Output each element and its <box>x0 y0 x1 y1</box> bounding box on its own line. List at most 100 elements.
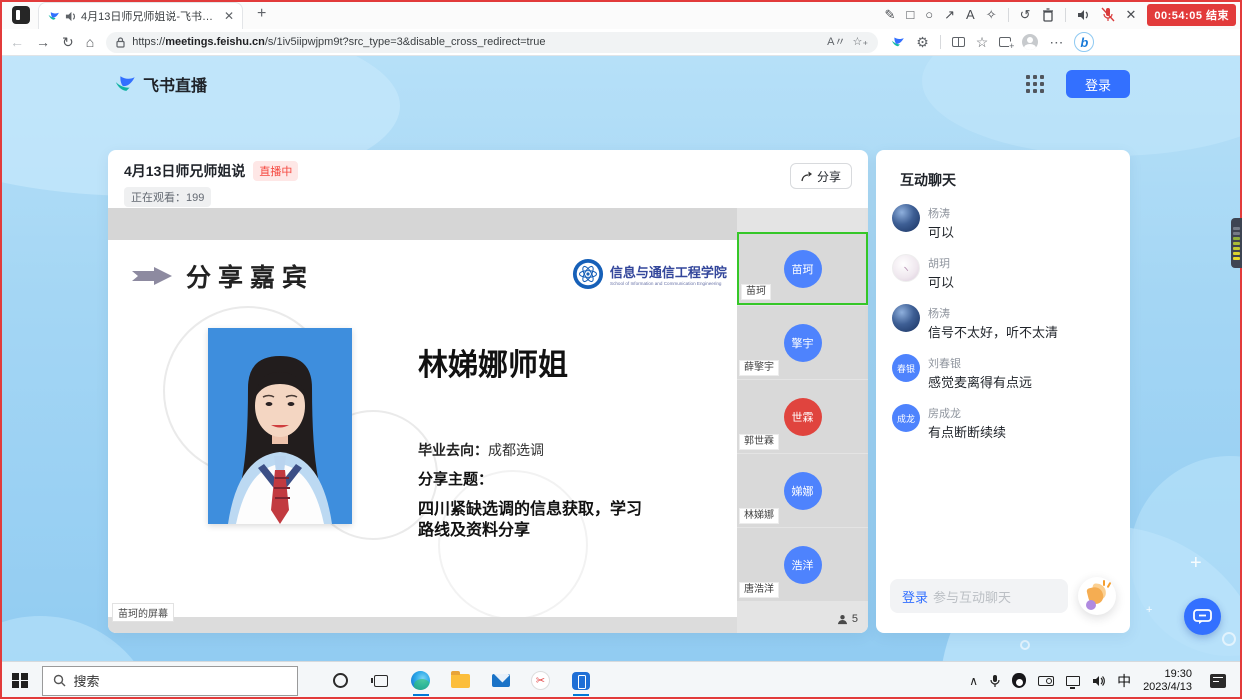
cortana-button[interactable] <box>330 668 352 694</box>
mic-muted-icon[interactable] <box>1101 7 1115 22</box>
browser-tab[interactable]: 4月13日师兄师姐说-飞书直播 ✕ <box>38 2 243 29</box>
participant-tile[interactable]: 娣娜 林娣娜 <box>737 454 868 527</box>
capture-app-icon[interactable]: ✂ <box>530 668 552 694</box>
college-emblem-icon <box>572 258 604 290</box>
chat-title: 互动聊天 <box>900 170 1106 190</box>
network-tray-icon[interactable] <box>1066 676 1080 686</box>
sharer-screen-label: 苗珂的屏幕 <box>112 603 174 622</box>
share-top-bar <box>108 208 737 240</box>
participant-tile[interactable]: 擎宇 薛擎宇 <box>737 306 868 379</box>
speaker-icon[interactable] <box>1077 9 1090 21</box>
refresh-icon[interactable]: ↻ <box>62 35 74 49</box>
chat-input[interactable]: 登录 参与互动聊天 <box>890 579 1068 613</box>
graduation-row: 毕业去向：成都选调 <box>418 440 544 460</box>
url-text: https://meetings.feishu.cn/s/1iv5iipwjpm… <box>132 36 545 48</box>
volume-tray-icon[interactable] <box>1092 675 1105 687</box>
extension-gear-icon[interactable]: ⚙ <box>916 35 929 49</box>
tray-expand-icon[interactable]: ∧ <box>969 674 978 688</box>
chat-message: 成龙 房成龙 有点断断续续 <box>892 404 1114 441</box>
slide-section-title: 分享嘉宾 <box>132 258 314 294</box>
user-avatar <box>892 204 920 232</box>
undo-icon[interactable]: ↺ <box>1020 8 1031 21</box>
start-button[interactable] <box>12 673 28 689</box>
share-button[interactable]: 分享 <box>790 163 852 189</box>
pen-icon[interactable]: ✎ <box>884 8 895 21</box>
clap-reaction-button[interactable] <box>1078 577 1116 615</box>
trash-icon[interactable] <box>1042 8 1054 22</box>
chat-login-link[interactable]: 登录 <box>902 587 928 606</box>
topic-line-2: 路线及资料分享 <box>418 516 530 540</box>
feishu-extension-icon[interactable] <box>890 35 905 50</box>
edge-app-icon[interactable] <box>410 668 432 694</box>
chat-message: ヽ 胡玥 可以 <box>892 254 1114 291</box>
screen-share-area[interactable]: 分享嘉宾 信息与通信 <box>108 208 737 633</box>
divider <box>940 35 941 49</box>
stop-capture-icon[interactable]: ✕ <box>1126 8 1137 21</box>
participant-count[interactable]: 5 <box>737 613 868 633</box>
recorder-tray-icon[interactable] <box>1038 676 1054 686</box>
tab-close-icon[interactable]: ✕ <box>224 10 234 22</box>
bing-chat-icon[interactable]: b <box>1074 32 1094 52</box>
taskbar-search[interactable]: 搜索 <box>42 666 298 696</box>
participant-tile[interactable]: 浩洋 唐浩洋 <box>737 528 868 601</box>
slide: 分享嘉宾 信息与通信 <box>108 240 737 617</box>
mail-app-icon[interactable] <box>490 668 512 694</box>
back-icon[interactable]: ← <box>10 35 24 49</box>
chat-input-placeholder: 参与互动聊天 <box>933 587 1011 606</box>
message-text: 感觉麦离得有点远 <box>928 374 1032 391</box>
favorites-icon[interactable]: ☆ <box>976 35 989 49</box>
new-tab-button[interactable]: + <box>257 5 266 23</box>
chat-message-list[interactable]: 杨涛 可以 ヽ 胡玥 可以 杨涛 信号不太好，听不太清 春银 刘春银 感觉麦离得… <box>876 204 1130 577</box>
read-aloud-icon[interactable]: A〃 <box>827 37 845 48</box>
ime-indicator[interactable]: 中 <box>1117 671 1131 691</box>
message-sender: 刘春银 <box>928 355 1032 371</box>
participant-tile[interactable]: 苗珂 苗珂 <box>737 232 868 305</box>
audio-level-bar <box>1233 252 1240 255</box>
apps-grid-icon[interactable] <box>1026 75 1044 93</box>
profile-avatar[interactable] <box>1022 34 1038 50</box>
recorder-handle[interactable] <box>1231 218 1242 268</box>
file-explorer-icon[interactable] <box>450 668 472 694</box>
collections-icon[interactable] <box>999 37 1011 47</box>
lock-icon[interactable] <box>116 37 125 48</box>
chat-panel: 互动聊天 杨涛 可以 ヽ 胡玥 可以 杨涛 信号不太好，听不太清 <box>876 150 1130 633</box>
feishu-live-page: + + + 飞书直播 登录 4月13日师兄师姐说 直播中 正在观看：199 <box>0 56 1242 661</box>
feedback-chat-button[interactable] <box>1184 598 1221 635</box>
taskbar-clock[interactable]: 19:30 2023/4/13 <box>1143 668 1192 694</box>
ellipse-icon[interactable]: ○ <box>925 8 933 21</box>
tab-actions-menu-icon[interactable] <box>12 6 30 24</box>
notification-center-icon[interactable] <box>1210 674 1226 688</box>
ring-decoration <box>1020 640 1030 650</box>
address-bar[interactable]: https://meetings.feishu.cn/s/1iv5iipwjpm… <box>106 32 878 53</box>
settings-more-icon[interactable]: ⋯ <box>1049 35 1063 49</box>
audio-level-bar <box>1233 232 1240 235</box>
forward-icon[interactable]: → <box>36 35 50 49</box>
task-view-button[interactable] <box>370 668 392 694</box>
wand-icon[interactable]: ✧ <box>986 8 997 21</box>
user-avatar <box>892 304 920 332</box>
phone-app-icon[interactable] <box>570 668 592 694</box>
qq-tray-icon[interactable] <box>1012 673 1026 688</box>
audio-level-bar <box>1233 247 1240 250</box>
split-screen-icon[interactable] <box>952 37 965 47</box>
add-favorite-icon[interactable]: ☆₊ <box>853 37 869 48</box>
mic-tray-icon[interactable] <box>990 674 1000 688</box>
participant-tile[interactable]: 世霖 郭世霖 <box>737 380 868 453</box>
home-icon[interactable]: ⌂ <box>86 35 94 49</box>
participant-avatar: 苗珂 <box>784 250 822 288</box>
college-logo-block: 信息与通信工程学院 School of Information and Comm… <box>572 258 731 290</box>
login-button[interactable]: 登录 <box>1066 70 1130 98</box>
arrow-icon[interactable]: ↗ <box>944 8 955 21</box>
text-tool-icon[interactable]: A <box>966 8 975 21</box>
participant-name: 林娣娜 <box>739 508 779 524</box>
search-placeholder: 搜索 <box>74 671 100 690</box>
recording-timer[interactable]: 00:54:05 结束 <box>1147 4 1236 26</box>
tab-audio-icon[interactable] <box>65 11 76 22</box>
stream-header: 4月13日师兄师姐说 直播中 正在观看：199 分享 <box>108 150 868 208</box>
participant-name: 薛擎宇 <box>739 360 779 376</box>
participant-avatar: 娣娜 <box>784 472 822 510</box>
rectangle-icon[interactable]: □ <box>906 8 914 21</box>
arrow-bullet-icon <box>132 267 172 285</box>
share-icon <box>801 171 813 182</box>
message-sender: 房成龙 <box>928 405 1006 421</box>
